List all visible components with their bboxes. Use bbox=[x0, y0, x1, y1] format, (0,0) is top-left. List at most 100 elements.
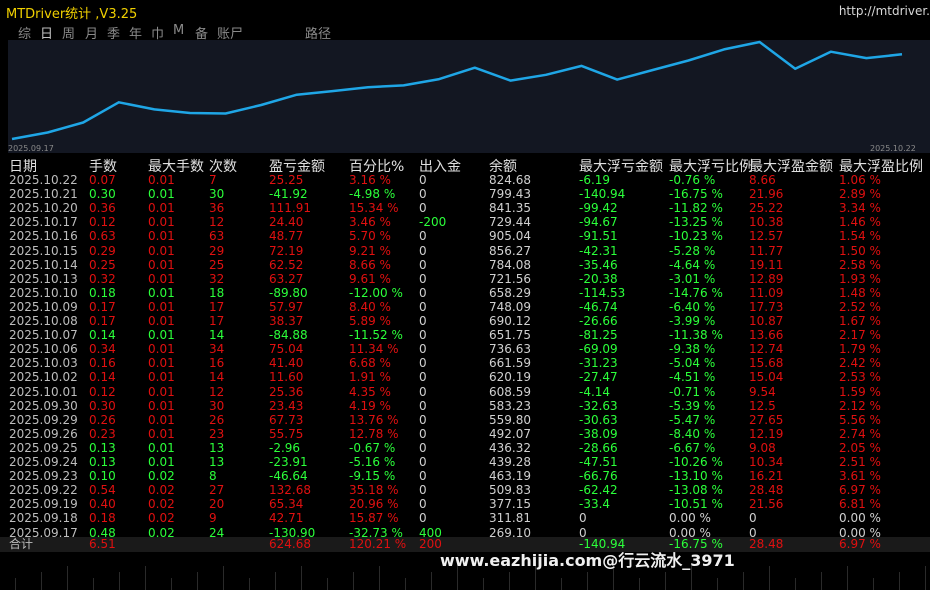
cell-max-float-profit: 12.5 bbox=[749, 398, 776, 413]
cell-count: 23 bbox=[209, 426, 225, 441]
cell-max-lots: 0.02 bbox=[148, 511, 175, 526]
tab-magic[interactable]: M bbox=[173, 23, 184, 38]
cell-count: 26 bbox=[209, 412, 225, 427]
cell-balance: 690.12 bbox=[489, 314, 531, 328]
cell-count: 25 bbox=[209, 257, 225, 272]
cell-max-float-profit: 21.96 bbox=[749, 187, 784, 202]
cell-max-float-profit-pct: 2.05 % bbox=[839, 440, 881, 455]
cell-max-float-profit-pct: 0.00 % bbox=[839, 511, 881, 526]
cell-max-float-loss-pct: -4.51 % bbox=[669, 370, 716, 385]
cell-max-lots: 0.01 bbox=[148, 215, 175, 230]
chart-x-start-label: 2025.09.17 bbox=[8, 144, 54, 153]
table-row: 2025.09.24 0.13 0.01 13 -23.91 -5.16 % 0 439.28… bbox=[0, 455, 930, 470]
cell-percent: 4.19 % bbox=[349, 398, 391, 413]
cell-max-float-loss-pct: -3.01 % bbox=[669, 271, 716, 286]
cell-max-float-loss: -4.14 bbox=[579, 384, 611, 399]
cell-percent: 12.78 % bbox=[349, 426, 399, 441]
cell-max-float-profit: 17.73 bbox=[749, 299, 784, 314]
cell-max-float-profit: 21.56 bbox=[749, 497, 784, 512]
cell-deposit: 0 bbox=[419, 356, 427, 371]
cell-max-float-loss: -30.63 bbox=[579, 412, 618, 427]
cell-max-float-loss-pct: -10.26 % bbox=[669, 455, 723, 469]
strip-tick bbox=[873, 578, 874, 590]
cell-deposit: 0 bbox=[419, 299, 427, 314]
cell-max-float-profit-pct: 1.67 % bbox=[839, 314, 881, 328]
cell-pnl: 65.34 bbox=[269, 497, 304, 512]
cell-max-float-profit-pct: 1.48 % bbox=[839, 285, 881, 300]
header-date: 日期 bbox=[9, 159, 37, 175]
cell-balance: 841.35 bbox=[489, 201, 531, 216]
cell-date: 2025.10.03 bbox=[9, 356, 78, 371]
cell-date: 2025.10.07 bbox=[9, 328, 78, 343]
cell-max-float-profit-pct: 2.89 % bbox=[839, 187, 881, 202]
cell-count: 27 bbox=[209, 483, 225, 498]
cell-max-float-loss-pct: -11.82 % bbox=[669, 201, 723, 216]
cell-pnl: -46.64 bbox=[269, 469, 308, 484]
cell-balance: 311.81 bbox=[489, 511, 531, 526]
cell-deposit: 0 bbox=[419, 314, 427, 328]
cell-percent: 1.91 % bbox=[349, 370, 391, 385]
balance-chart: 2025.09.17 2025.10.22 bbox=[8, 40, 930, 153]
cell-max-float-profit-pct: 3.61 % bbox=[839, 469, 881, 484]
table-row: 2025.10.15 0.29 0.01 29 72.19 9.21 % 0 856.27 -4… bbox=[0, 244, 930, 259]
cell-lots: 0.18 bbox=[89, 285, 116, 300]
cell-max-lots: 0.01 bbox=[148, 342, 175, 357]
cell-count: 17 bbox=[209, 299, 225, 314]
strip-tick bbox=[353, 572, 354, 590]
cell-pnl: 75.04 bbox=[269, 342, 304, 357]
cell-date: 2025.09.22 bbox=[9, 483, 78, 498]
total-max-float-profit: 28.48 bbox=[749, 537, 784, 551]
cell-balance: 748.09 bbox=[489, 299, 531, 314]
cell-max-float-profit-pct: 2.12 % bbox=[839, 398, 881, 413]
strip-tick bbox=[405, 578, 406, 590]
cell-max-lots: 0.01 bbox=[148, 173, 175, 187]
cell-date: 2025.10.10 bbox=[9, 285, 78, 300]
table-row: 2025.10.09 0.17 0.01 17 57.97 8.40 % 0 748.09 -4… bbox=[0, 300, 930, 315]
cell-date: 2025.10.14 bbox=[9, 257, 78, 272]
cell-percent: 9.21 % bbox=[349, 243, 391, 258]
cell-deposit: 0 bbox=[419, 243, 427, 258]
cell-date: 2025.09.26 bbox=[9, 426, 78, 441]
cell-count: 14 bbox=[209, 328, 225, 343]
cell-pnl: 48.77 bbox=[269, 229, 304, 244]
cell-max-float-profit: 15.04 bbox=[749, 370, 784, 385]
cell-percent: 35.18 % bbox=[349, 483, 399, 498]
cell-lots: 0.10 bbox=[89, 469, 116, 484]
cell-percent: 13.76 % bbox=[349, 412, 399, 427]
table-row: 2025.10.16 0.63 0.01 63 48.77 5.70 % 0 905.04 -9… bbox=[0, 229, 930, 244]
cell-max-lots: 0.01 bbox=[148, 285, 175, 300]
cell-count: 30 bbox=[209, 398, 225, 413]
cell-percent: 3.46 % bbox=[349, 215, 391, 230]
cell-balance: 509.83 bbox=[489, 483, 531, 498]
cell-pnl: 11.60 bbox=[269, 370, 304, 385]
cell-max-lots: 0.01 bbox=[148, 271, 175, 286]
cell-deposit: 0 bbox=[419, 455, 427, 469]
cell-lots: 0.63 bbox=[89, 229, 116, 244]
cell-max-float-profit: 9.54 bbox=[749, 384, 776, 399]
cell-pnl: 55.75 bbox=[269, 426, 304, 441]
total-deposit: 200 bbox=[419, 537, 442, 551]
cell-max-lots: 0.01 bbox=[148, 229, 175, 244]
cell-date: 2025.10.21 bbox=[9, 187, 78, 202]
cell-max-float-loss: -33.4 bbox=[579, 497, 611, 512]
cell-lots: 0.14 bbox=[89, 328, 116, 343]
cell-max-float-profit: 11.77 bbox=[749, 243, 784, 258]
cell-date: 2025.10.01 bbox=[9, 384, 78, 399]
strip-tick bbox=[119, 572, 120, 590]
cell-percent: -11.52 % bbox=[349, 328, 403, 343]
cell-deposit: 0 bbox=[419, 511, 427, 526]
cell-date: 2025.10.17 bbox=[9, 215, 78, 230]
strip-tick bbox=[223, 566, 224, 590]
cell-count: 29 bbox=[209, 243, 225, 258]
cell-max-float-loss: -42.31 bbox=[579, 243, 618, 258]
cell-deposit: 0 bbox=[419, 201, 427, 216]
cell-lots: 0.13 bbox=[89, 440, 116, 455]
cell-lots: 0.13 bbox=[89, 455, 116, 469]
strip-tick bbox=[847, 566, 848, 590]
cell-max-float-loss: -69.09 bbox=[579, 342, 618, 357]
app-url-link[interactable]: http://mtdriver. bbox=[839, 4, 930, 18]
cell-deposit: 0 bbox=[419, 187, 427, 202]
cell-max-float-loss: -91.51 bbox=[579, 229, 618, 244]
cell-date: 2025.10.06 bbox=[9, 342, 78, 357]
cell-max-float-profit-pct: 2.74 % bbox=[839, 426, 881, 441]
